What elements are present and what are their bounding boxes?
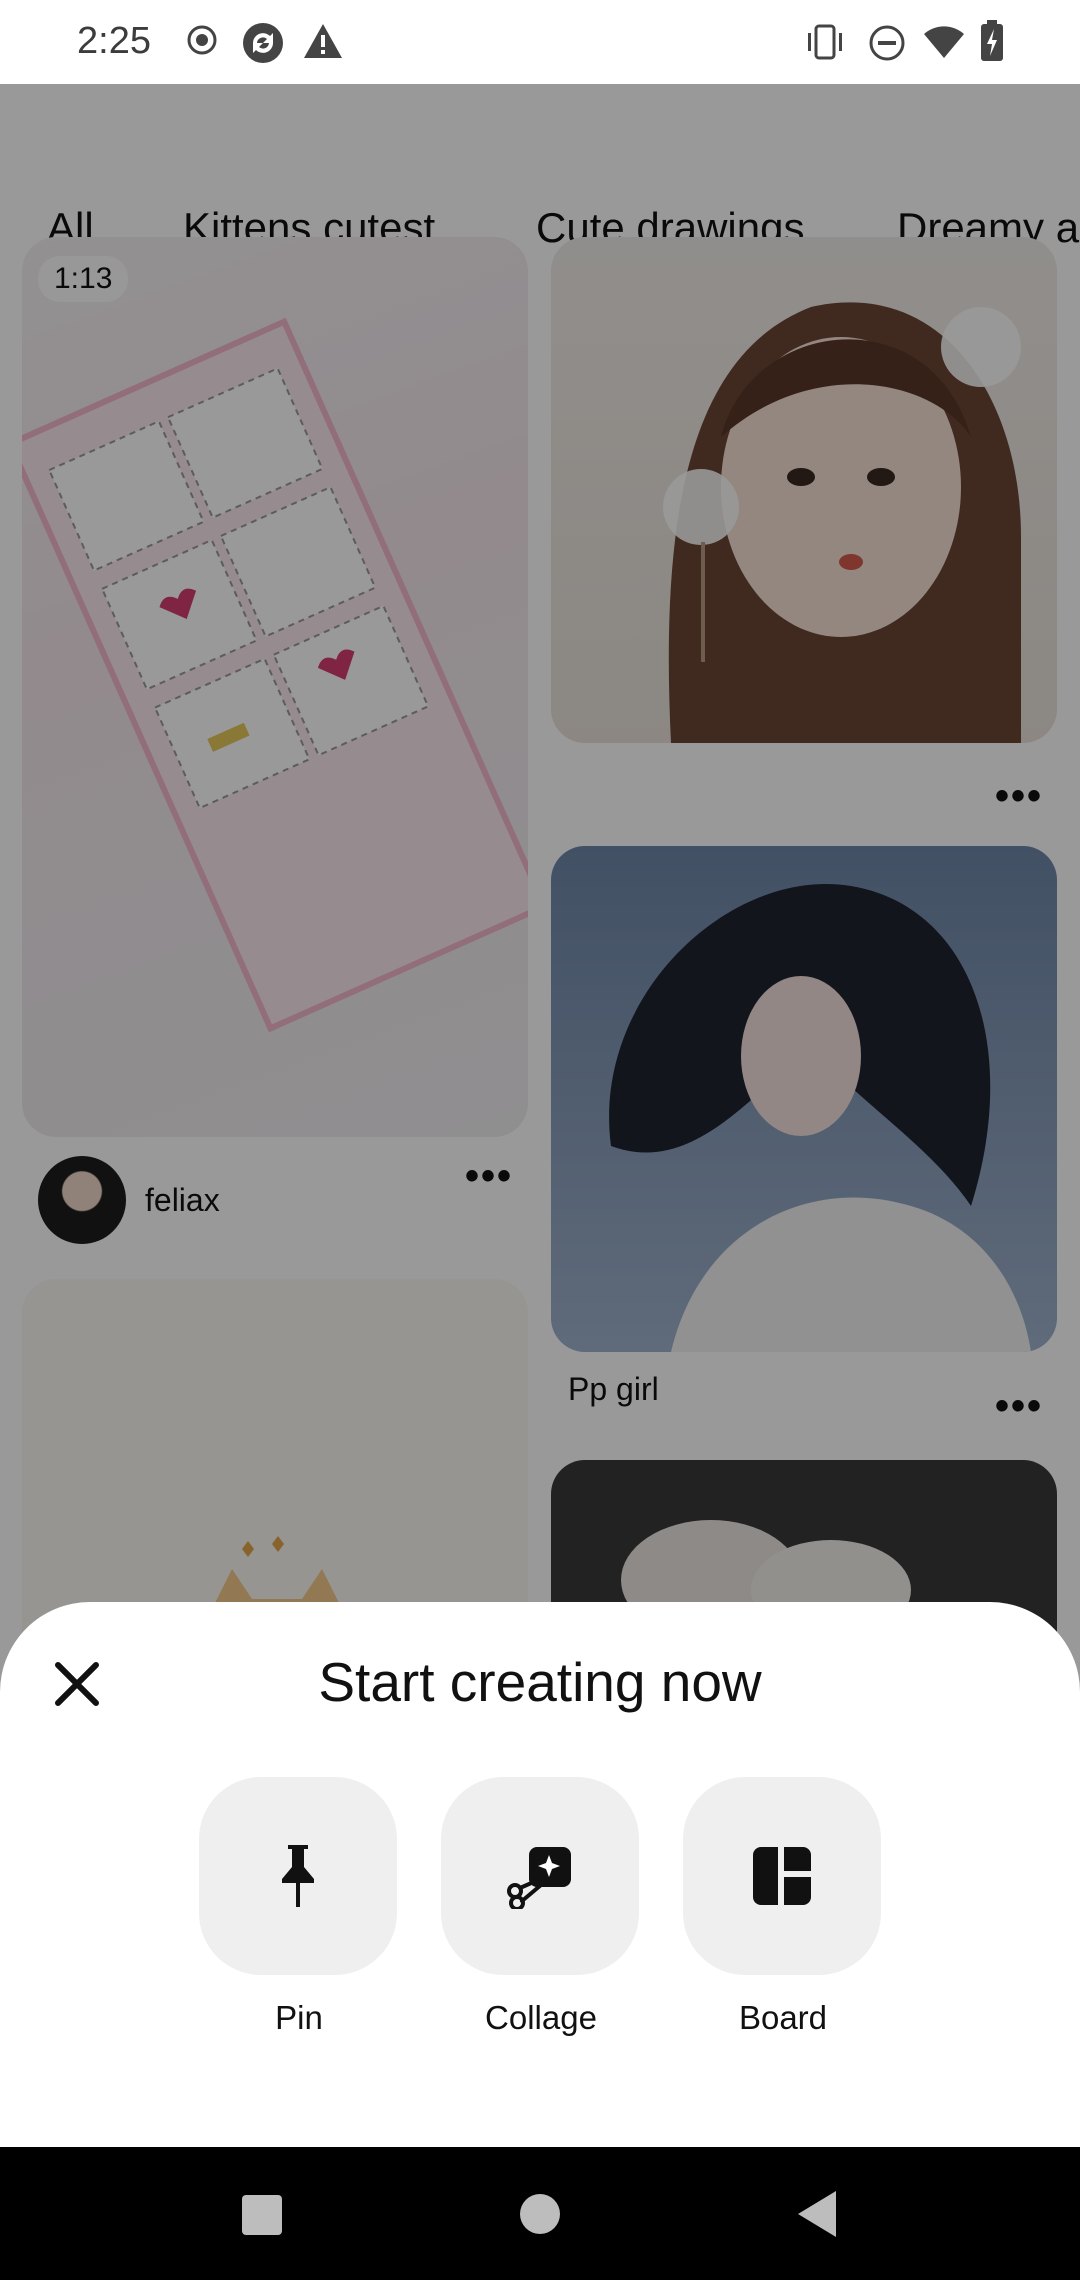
recents-square-icon[interactable] <box>240 2193 284 2237</box>
sync-icon <box>243 23 283 63</box>
wifi-icon <box>924 26 964 58</box>
collage-tile[interactable] <box>441 1777 639 1975</box>
status-bar: 2:25 <box>0 0 1080 84</box>
board-label: Board <box>738 1999 828 2036</box>
record-icon <box>187 25 217 55</box>
vibrate-icon <box>808 24 842 60</box>
sheet-title: Start creating now <box>318 1651 762 1713</box>
status-time: 2:25 <box>77 20 151 62</box>
create-pin-button[interactable]: Pin <box>199 1777 399 2037</box>
collage-scissors-icon <box>507 1847 571 1909</box>
board-icon <box>753 1847 811 1905</box>
system-nav-bar <box>0 2147 1080 2280</box>
do-not-disturb-icon <box>869 25 905 61</box>
back-triangle-icon[interactable] <box>796 2189 838 2239</box>
board-tile[interactable] <box>683 1777 881 1975</box>
pin-label: Pin <box>275 1999 323 2036</box>
create-collage-button[interactable]: Collage <box>441 1777 641 2037</box>
warning-icon <box>304 24 342 58</box>
create-bottom-sheet: Start creating now Pin Collage Board <box>0 1602 1080 2147</box>
pushpin-icon <box>282 1845 314 1907</box>
create-board-button[interactable]: Board <box>683 1777 883 2037</box>
home-circle-icon[interactable] <box>519 2193 561 2235</box>
collage-label: Collage <box>485 1999 597 2036</box>
battery-charging-icon <box>981 20 1003 61</box>
pin-tile[interactable] <box>199 1777 397 1975</box>
